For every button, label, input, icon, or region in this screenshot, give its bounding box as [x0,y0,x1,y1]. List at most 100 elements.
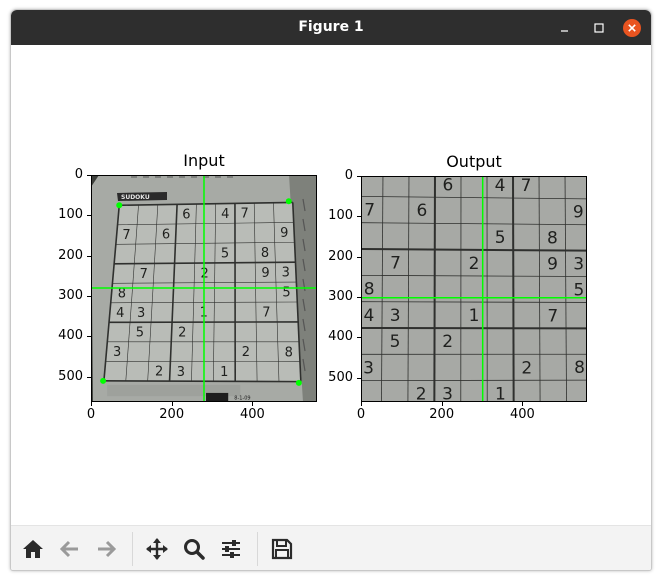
sudoku-digit: 7 [547,306,558,326]
input-x-tick-mark [91,402,92,406]
output-x-tick-mark [361,402,362,406]
output-x-tick-label: 200 [429,407,455,422]
input-y-tick-label: 300 [58,288,83,304]
sudoku-digit: 4 [116,306,124,321]
close-button[interactable] [623,19,641,37]
output-x-tick-label: 0 [356,407,366,422]
title-bar[interactable]: Figure 1 [11,10,651,45]
sudoku-digit: 6 [182,208,190,223]
output-y-tick-mark [357,216,361,218]
sudoku-digit: 4 [221,207,229,222]
input-y-tick-mark [87,255,91,257]
sudoku-digit: 4 [363,306,374,326]
output-x-tick-mark [522,402,524,406]
input-y-tick-label: 200 [58,247,83,263]
sudoku-digit: 3 [137,306,145,321]
output-y-tick-label: 500 [328,369,353,385]
zoom-button[interactable] [182,537,206,561]
output-y-tick-mark [357,377,361,379]
toolbar-separator [257,532,258,566]
sudoku-digit: 3 [442,385,453,402]
input-y-tick-mark [87,175,91,176]
output-y-tick-label: 100 [328,208,353,224]
pan-button[interactable] [145,537,169,561]
grid-line-vertical [433,176,436,402]
output-y-tick-mark [357,337,361,339]
barcode-block [206,392,229,401]
navigation-toolbar [11,525,651,570]
sudoku-digit: 3 [390,306,401,326]
output-image[interactable]: 64776958729385431752328231 [361,176,587,402]
input-x-tick-label: 0 [86,407,96,422]
toolbar-separator [132,532,133,566]
sudoku-digit: 8 [547,228,558,248]
forward-button[interactable] [94,537,118,561]
sudoku-digit: 5 [136,326,144,341]
floppy-disk-icon [271,538,293,560]
sudoku-digit: 5 [495,228,506,248]
sliders-icon [222,540,240,558]
sudoku-digit: 6 [443,176,454,195]
sudoku-digit: 1 [469,306,480,326]
grid-line-vertical [512,176,515,402]
output-image-graphic: 6 4 77 6 95 87 2 9 38 54 3 1 75 23 2 82 3 1 [361,176,587,402]
input-y-tick-mark [87,296,91,298]
sudoku-digit: 3 [282,266,290,281]
minimize-button[interactable] [556,19,574,37]
move-icon [146,538,168,560]
save-button[interactable] [270,537,294,561]
grid-line-horizontal [361,379,587,382]
sudoku-digit: 7 [241,207,249,222]
sudoku-digit: 5 [221,246,229,261]
output-y-tick-mark [357,297,361,299]
figure-canvas[interactable]: Input SUDOKU647769587293854317523282318-… [11,45,651,525]
output-y-tick-mark [357,176,361,177]
sudoku-digit: 3 [113,345,121,360]
output-y-tick-label: 300 [328,289,353,305]
sudoku-digit: 7 [122,228,130,243]
warped-paper [361,176,587,402]
corner-point [285,198,292,205]
sudoku-digit: 7 [364,201,375,221]
home-icon [23,540,43,558]
maximize-button[interactable] [590,19,608,37]
arrow-left-icon [59,540,78,558]
sudoku-digit: 3 [363,358,374,378]
figure-window: Figure 1 Input SUDOKU6477695872938543175… [10,9,652,571]
sudoku-digit: 2 [178,325,186,340]
sudoku-digit: 3 [573,255,584,275]
window-title: Figure 1 [298,19,364,35]
sudoku-digit: 2 [442,332,453,352]
sudoku-digit: 2 [155,365,163,380]
sudoku-digit: 8 [261,246,269,261]
sudoku-digit: 8 [285,345,293,360]
magnifier-icon [184,539,205,560]
input-y-tick-label: 0 [74,167,83,182]
sudoku-digit: 2 [469,254,480,274]
sudoku-digit: 9 [261,266,269,281]
input-image[interactable]: SUDOKU647769587293854317523282318-1-09 [91,175,317,402]
sudoku-digit: 2 [416,385,427,402]
sudoku-digit: 8 [574,358,585,378]
sudoku-digit: 5 [390,332,401,352]
sudoku-digit: 6 [162,227,170,242]
input-y-tick-label: 500 [58,368,83,384]
grid-line-horizontal [103,380,301,383]
sudoku-digit: 7 [140,267,148,282]
input-y-tick-mark [87,215,91,217]
input-x-tick-mark [171,402,173,406]
sudoku-digit: 9 [573,203,584,223]
sudoku-digit: 3 [177,365,185,380]
input-axes-title: Input [183,151,225,170]
sudoku-digit: 8 [364,280,375,300]
sudoku-digit: 7 [521,176,532,196]
back-button[interactable] [58,537,82,561]
sudoku-digit: 2 [242,345,250,360]
puzzle-grid-paper [103,202,301,382]
input-image-graphic: SUDOKU647769587293854317523282318-1-09 [91,175,317,402]
sudoku-digit: 6 [416,201,427,221]
home-button[interactable] [21,537,45,561]
configure-button[interactable] [219,537,243,561]
minimize-icon [561,30,568,32]
sudoku-digit: 9 [547,254,558,274]
